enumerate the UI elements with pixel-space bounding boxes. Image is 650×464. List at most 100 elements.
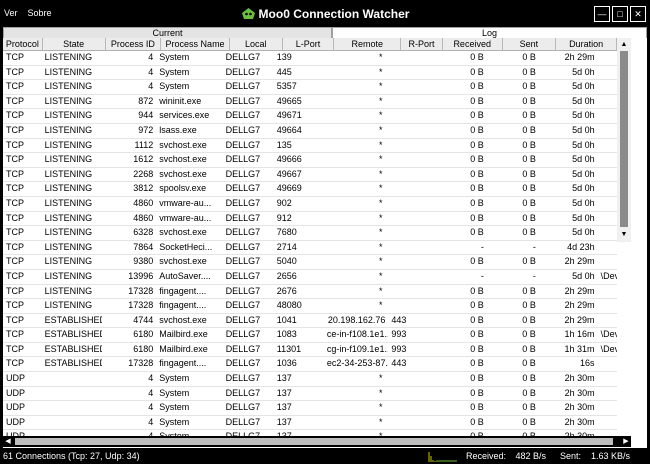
cell-col-state: ESTABLISHED: [44, 329, 103, 340]
vertical-scrollbar[interactable]: ▲ ▼: [617, 38, 631, 436]
cell-col-protocol: TCP: [6, 212, 24, 223]
tab-log[interactable]: Log: [332, 27, 647, 38]
cell-col-l-port: 49664: [276, 124, 302, 135]
table-row[interactable]: TCP ESTABLISHED 4744 svchost.exe DELLG7 1041 2…: [3, 314, 617, 329]
cell-col-sent: 0 B: [522, 358, 536, 369]
table-row[interactable]: TCP LISTENING 4860 vmware-au... DELLG7 912 * 0 …: [3, 212, 617, 227]
table-row[interactable]: TCP LISTENING 972 lsass.exe DELLG7 49664 * 0 B 0…: [3, 124, 617, 139]
scroll-left-icon[interactable]: ◀: [3, 436, 13, 447]
header-col-protocol[interactable]: Protocol: [3, 38, 43, 50]
cell-col-state: LISTENING: [44, 139, 93, 150]
table-row[interactable]: TCP LISTENING 4 System DELLG7 5357 * 0 B 0 B 5d 0…: [3, 80, 617, 95]
tab-current[interactable]: Current: [3, 27, 332, 38]
cell-col-process-name: svchost.exe: [159, 154, 207, 165]
cell-col-process-id: 3812: [133, 183, 154, 194]
vertical-scroll-thumb[interactable]: [620, 51, 628, 227]
cell-col-process-id: 4744: [133, 314, 154, 325]
table-row[interactable]: TCP ESTABLISHED 6180 Mailbird.exe DELLG7 1130…: [3, 343, 617, 358]
minimize-icon[interactable]: —: [594, 6, 610, 22]
table-row[interactable]: TCP LISTENING 7864 SocketHeci... DELLG7 2714 *…: [3, 241, 617, 256]
cell-col-duration: 5d 0h: [572, 212, 595, 223]
cell-col-sent: 0 B: [522, 314, 536, 325]
cell-col-process-name: System: [159, 52, 190, 62]
table-row[interactable]: TCP LISTENING 3812 spoolsv.exe DELLG7 49669 * 0…: [3, 182, 617, 197]
horizontal-scroll-thumb[interactable]: [15, 438, 613, 445]
cell-col-l-port: 137: [276, 416, 292, 427]
cell-col-process-id: 2268: [133, 168, 154, 179]
table-row[interactable]: TCP ESTABLISHED 6180 Mailbird.exe DELLG7 1083…: [3, 328, 617, 343]
cell-col-protocol: TCP: [6, 110, 24, 121]
cell-col-received: 0 B: [470, 139, 484, 150]
cell-col-sent: 0 B: [522, 285, 536, 296]
cell-col-sent: 0 B: [522, 81, 536, 92]
scroll-down-icon[interactable]: ▼: [617, 229, 631, 241]
table-row[interactable]: TCP LISTENING 872 wininit.exe DELLG7 49665 * 0 …: [3, 95, 617, 110]
connections-count: 61 Connections (Tcp: 27, Udp: 34): [3, 451, 140, 461]
table-row[interactable]: TCP LISTENING 6328 svchost.exe DELLG7 7680 * 0 …: [3, 226, 617, 241]
table-row[interactable]: UDP 4 System DELLG7 137 * 0 B 0 B 2h 30m: [3, 401, 617, 416]
table-row[interactable]: TCP LISTENING 17328 fingagent.... DELLG7 4808…: [3, 299, 617, 314]
table-row[interactable]: TCP LISTENING 944 services.exe DELLG7 49671 * 0…: [3, 109, 617, 124]
table-row[interactable]: UDP 4 System DELLG7 137 * 0 B 0 B 2h 30m: [3, 372, 617, 387]
scroll-up-icon[interactable]: ▲: [617, 39, 631, 51]
close-icon[interactable]: ✕: [630, 6, 646, 22]
menu-ver[interactable]: Ver: [4, 8, 18, 18]
table-row[interactable]: TCP LISTENING 17328 fingagent.... DELLG7 2676…: [3, 285, 617, 300]
header-col-received[interactable]: Received: [443, 38, 503, 50]
cell-col-received: 0 B: [470, 402, 484, 413]
cell-col-l-port: 137: [276, 387, 292, 398]
title-bar: Ver Sobre Moo0 Connection Watcher — □ ✕: [0, 0, 650, 27]
cell-col-process-id: 4: [148, 387, 154, 398]
table-row[interactable]: TCP LISTENING 1112 svchost.exe DELLG7 135 * 0 B…: [3, 139, 617, 154]
cell-col-process-name: System: [159, 373, 190, 384]
cell-col-state: LISTENING: [44, 66, 93, 77]
header-col-remote[interactable]: Remote: [334, 38, 402, 50]
cell-col-process-id: 4: [148, 416, 154, 427]
cell-col-received: 0 B: [470, 66, 484, 77]
cell-col-process-name: Mailbird.exe: [159, 329, 208, 340]
header-col-r-port[interactable]: R-Port: [401, 38, 443, 50]
cell-col-received: 0 B: [470, 285, 484, 296]
cell-col-received: 0 B: [470, 416, 484, 427]
header-col-process-name[interactable]: Process Name: [161, 38, 230, 50]
header-col-l-port[interactable]: L-Port: [283, 38, 335, 50]
maximize-icon[interactable]: □: [612, 6, 628, 22]
table-row[interactable]: TCP LISTENING 4 System DELLG7 139 * 0 B 0 B 2h 29…: [3, 51, 617, 66]
table-row[interactable]: TCP ESTABLISHED 17328 fingagent.... DELLG7 10…: [3, 357, 617, 373]
header-col-local[interactable]: Local: [230, 38, 283, 50]
cell-col-sent: 0 B: [522, 139, 536, 150]
menu-sobre[interactable]: Sobre: [28, 8, 52, 18]
horizontal-scrollbar[interactable]: ◀ ▶: [3, 436, 631, 447]
cell-col-protocol: TCP: [6, 285, 24, 296]
cell-col-extra: [598, 372, 617, 386]
cell-col-process-id: 872: [138, 95, 154, 106]
cell-col-l-port: 49666: [276, 154, 302, 165]
table-row[interactable]: TCP LISTENING 13996 AutoSaver.... DELLG7 2656…: [3, 270, 617, 285]
cell-col-duration: 1h 31m: [564, 343, 595, 354]
cell-col-process-id: 17328: [128, 300, 154, 311]
header-col-process-id[interactable]: Process ID: [106, 38, 162, 50]
header-col-sent[interactable]: Sent: [503, 38, 557, 50]
table-row[interactable]: TCP LISTENING 1612 svchost.exe DELLG7 49666 * 0…: [3, 153, 617, 168]
table-row[interactable]: UDP 4 System DELLG7 137 * 0 B 0 B 2h 30m: [3, 416, 617, 431]
table-row[interactable]: TCP LISTENING 2268 svchost.exe DELLG7 49667 * 0…: [3, 168, 617, 183]
table-row[interactable]: TCP LISTENING 4860 vmware-au... DELLG7 902 * 0 …: [3, 197, 617, 212]
header-col-duration[interactable]: Duration: [556, 38, 617, 50]
cell-col-protocol: TCP: [6, 227, 24, 238]
cell-col-duration: 5d 0h: [572, 81, 595, 92]
cell-col-l-port: 135: [276, 139, 292, 150]
table-row[interactable]: UDP 4 System DELLG7 137 * 0 B 0 B 2h 30m: [3, 387, 617, 402]
cell-col-state: [42, 416, 103, 430]
received-value: 482 B/s: [515, 451, 546, 461]
cell-col-local: DELLG7: [225, 402, 261, 413]
cell-col-duration: 2h 29m: [564, 314, 595, 325]
header-col-state[interactable]: State: [43, 38, 106, 50]
cell-col-r-port: [388, 109, 429, 123]
cell-col-remote: *: [378, 270, 383, 281]
cell-col-state: ESTABLISHED: [44, 343, 103, 354]
table-row[interactable]: TCP LISTENING 4 System DELLG7 445 * 0 B 0 B 5d 0h: [3, 66, 617, 81]
cell-col-duration: 2h 30m: [564, 402, 595, 413]
cell-col-local: DELLG7: [225, 124, 261, 135]
scroll-right-icon[interactable]: ▶: [621, 436, 631, 447]
table-row[interactable]: TCP LISTENING 9380 svchost.exe DELLG7 5040 * 0 …: [3, 255, 617, 270]
